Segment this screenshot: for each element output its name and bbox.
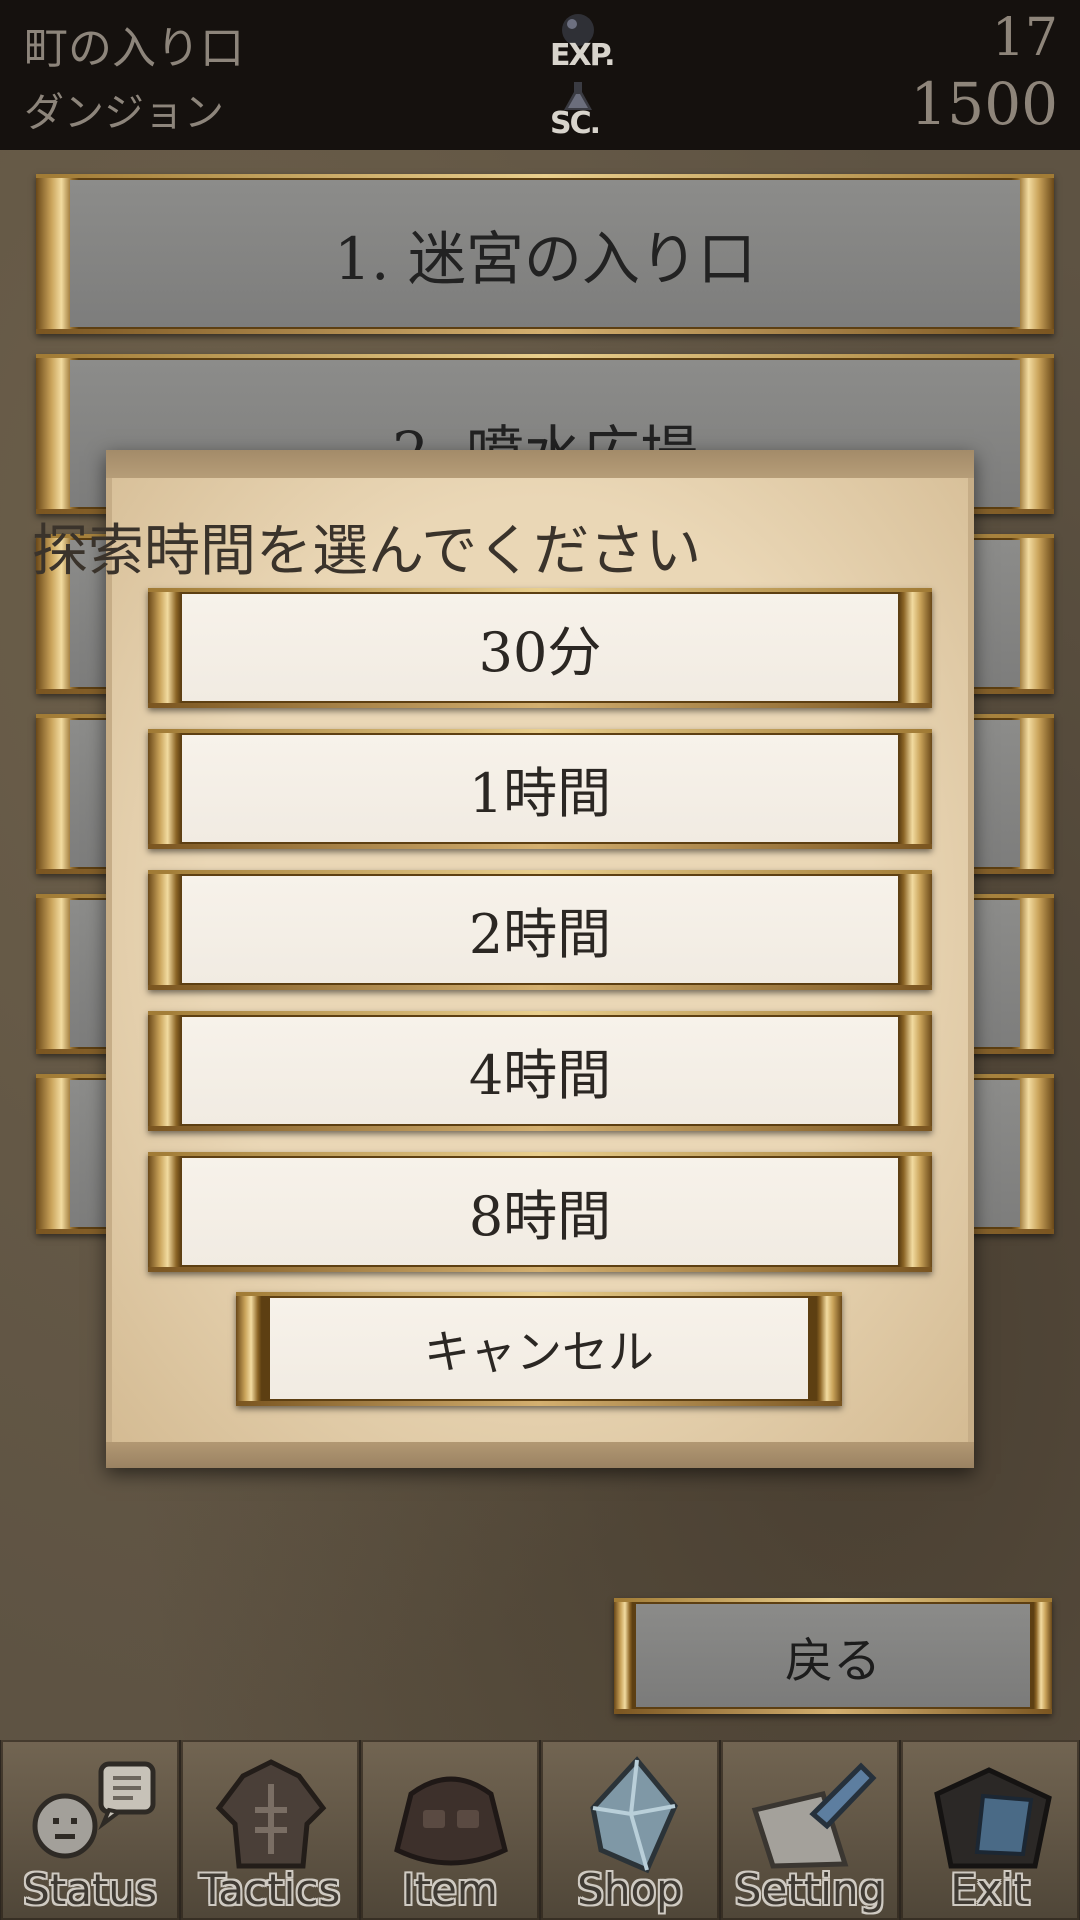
option-label: 2時間 (182, 876, 898, 983)
duration-option-4h[interactable]: 4時間 (148, 1011, 932, 1131)
option-label: 1時間 (182, 735, 898, 842)
flask-icon: SC. (548, 80, 608, 141)
score-label: SC. (550, 106, 601, 141)
exp-label: EXP. (550, 38, 615, 73)
option-label: 8時間 (182, 1158, 898, 1265)
nav-status-button[interactable]: Status (1, 1740, 179, 1920)
exp-value: 17 (991, 8, 1058, 68)
dungeon-item-label: 1. 迷宮の入り口 (70, 180, 1020, 327)
duration-option-30min[interactable]: 30分 (148, 588, 932, 708)
nav-setting-button[interactable]: Setting (721, 1740, 899, 1920)
duration-option-1h[interactable]: 1時間 (148, 729, 932, 849)
dungeon-item-1[interactable]: 1. 迷宮の入り口 (36, 174, 1054, 334)
nav-exit-button[interactable]: Exit (901, 1740, 1079, 1920)
location-name: 町の入り口 (24, 23, 244, 74)
nav-label: Item (402, 1865, 498, 1914)
nav-label: Exit (950, 1865, 1030, 1914)
duration-option-2h[interactable]: 2時間 (148, 870, 932, 990)
nav-item-button[interactable]: Item (361, 1740, 539, 1920)
duration-option-8h[interactable]: 8時間 (148, 1152, 932, 1272)
bottom-nav: Status Tactics Item Shop Setting Exit (0, 1740, 1080, 1920)
option-label: 4時間 (182, 1017, 898, 1124)
score-value: 1500 (910, 70, 1058, 138)
nav-label: Shop (577, 1865, 683, 1914)
orb-icon: EXP. (548, 12, 615, 73)
status-header: 町の入り口 ダンジョン EXP. SC. 17 1500 (0, 0, 1080, 150)
option-label: 30分 (182, 594, 898, 701)
nav-shop-button[interactable]: Shop (541, 1740, 719, 1920)
sublocation-name: ダンジョン (24, 90, 224, 136)
nav-label: Setting (734, 1865, 886, 1914)
cancel-button-label: キャンセル (270, 1298, 808, 1399)
nav-label: Status (23, 1865, 157, 1914)
cancel-button[interactable]: キャンセル (236, 1292, 842, 1406)
nav-tactics-button[interactable]: Tactics (181, 1740, 359, 1920)
back-button[interactable]: 戻る (614, 1598, 1052, 1714)
nav-label: Tactics (199, 1865, 341, 1914)
dialog-title: 探索時間を選んでください (32, 519, 702, 584)
back-button-label: 戻る (636, 1604, 1030, 1707)
